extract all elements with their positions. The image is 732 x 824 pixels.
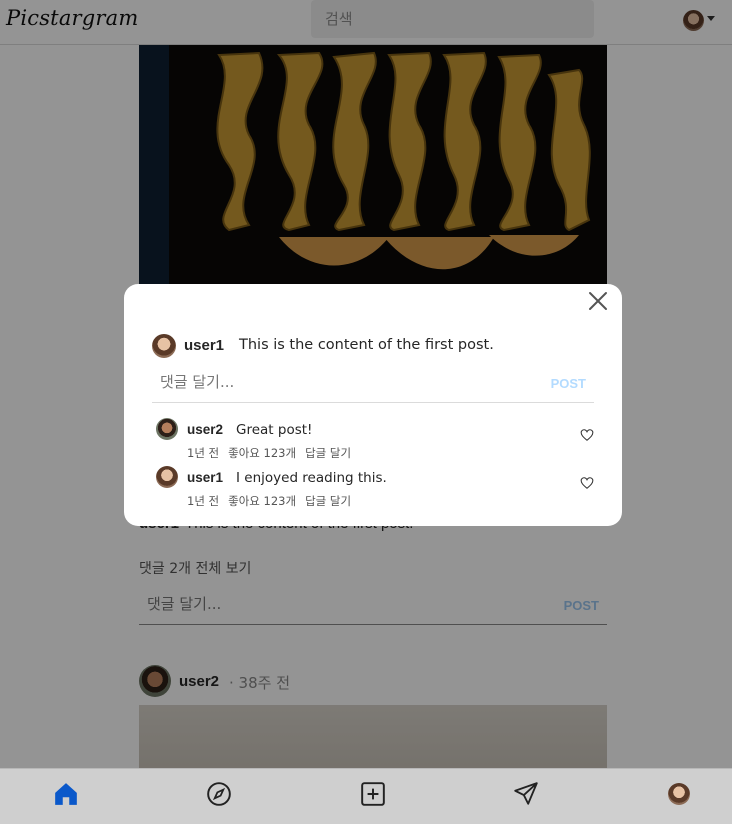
send-icon[interactable] [513, 781, 539, 807]
like-count[interactable]: 좋아요 123개 [228, 446, 296, 460]
modal-post-text: This is the content of the first post. [239, 337, 494, 353]
comment-meta: 1년 전 좋아요 123개 답글 달기 [187, 445, 360, 461]
comment-meta: 1년 전 좋아요 123개 답글 달기 [187, 493, 360, 509]
plus-square-icon[interactable] [360, 781, 386, 807]
heart-icon[interactable] [580, 476, 594, 490]
reply-button[interactable]: 답글 달기 [305, 446, 351, 460]
like-count[interactable]: 좋아요 123개 [228, 494, 296, 508]
list-item: user2 Great post! 1년 전 좋아요 123개 답글 달기 [156, 418, 596, 462]
modal-post-username[interactable]: user1 [184, 337, 224, 354]
reply-button[interactable]: 답글 달기 [305, 494, 351, 508]
comment-username[interactable]: user2 [187, 422, 223, 437]
avatar[interactable] [152, 334, 176, 358]
heart-icon[interactable] [580, 428, 594, 442]
modal-post: user1 This is the content of the first p… [152, 334, 592, 358]
modal-comment-box: POST [152, 370, 594, 403]
bottom-navbar [0, 768, 732, 824]
comment-time: 1년 전 [187, 494, 220, 508]
compass-icon[interactable] [206, 781, 232, 807]
comment-text: Great post! [236, 422, 313, 438]
comment-text: I enjoyed reading this. [236, 470, 387, 486]
profile-avatar[interactable] [668, 783, 690, 805]
comment-time: 1년 전 [187, 446, 220, 460]
comment-username[interactable]: user1 [187, 470, 223, 485]
modal-post-button[interactable]: POST [551, 376, 586, 391]
comments-modal: user1 This is the content of the first p… [124, 284, 622, 526]
avatar[interactable] [156, 466, 178, 488]
avatar[interactable] [156, 418, 178, 440]
modal-comment-input[interactable] [160, 373, 530, 391]
close-icon[interactable] [587, 290, 609, 312]
list-item: user1 I enjoyed reading this. 1년 전 좋아요 12… [156, 466, 596, 510]
home-icon[interactable] [53, 781, 79, 807]
